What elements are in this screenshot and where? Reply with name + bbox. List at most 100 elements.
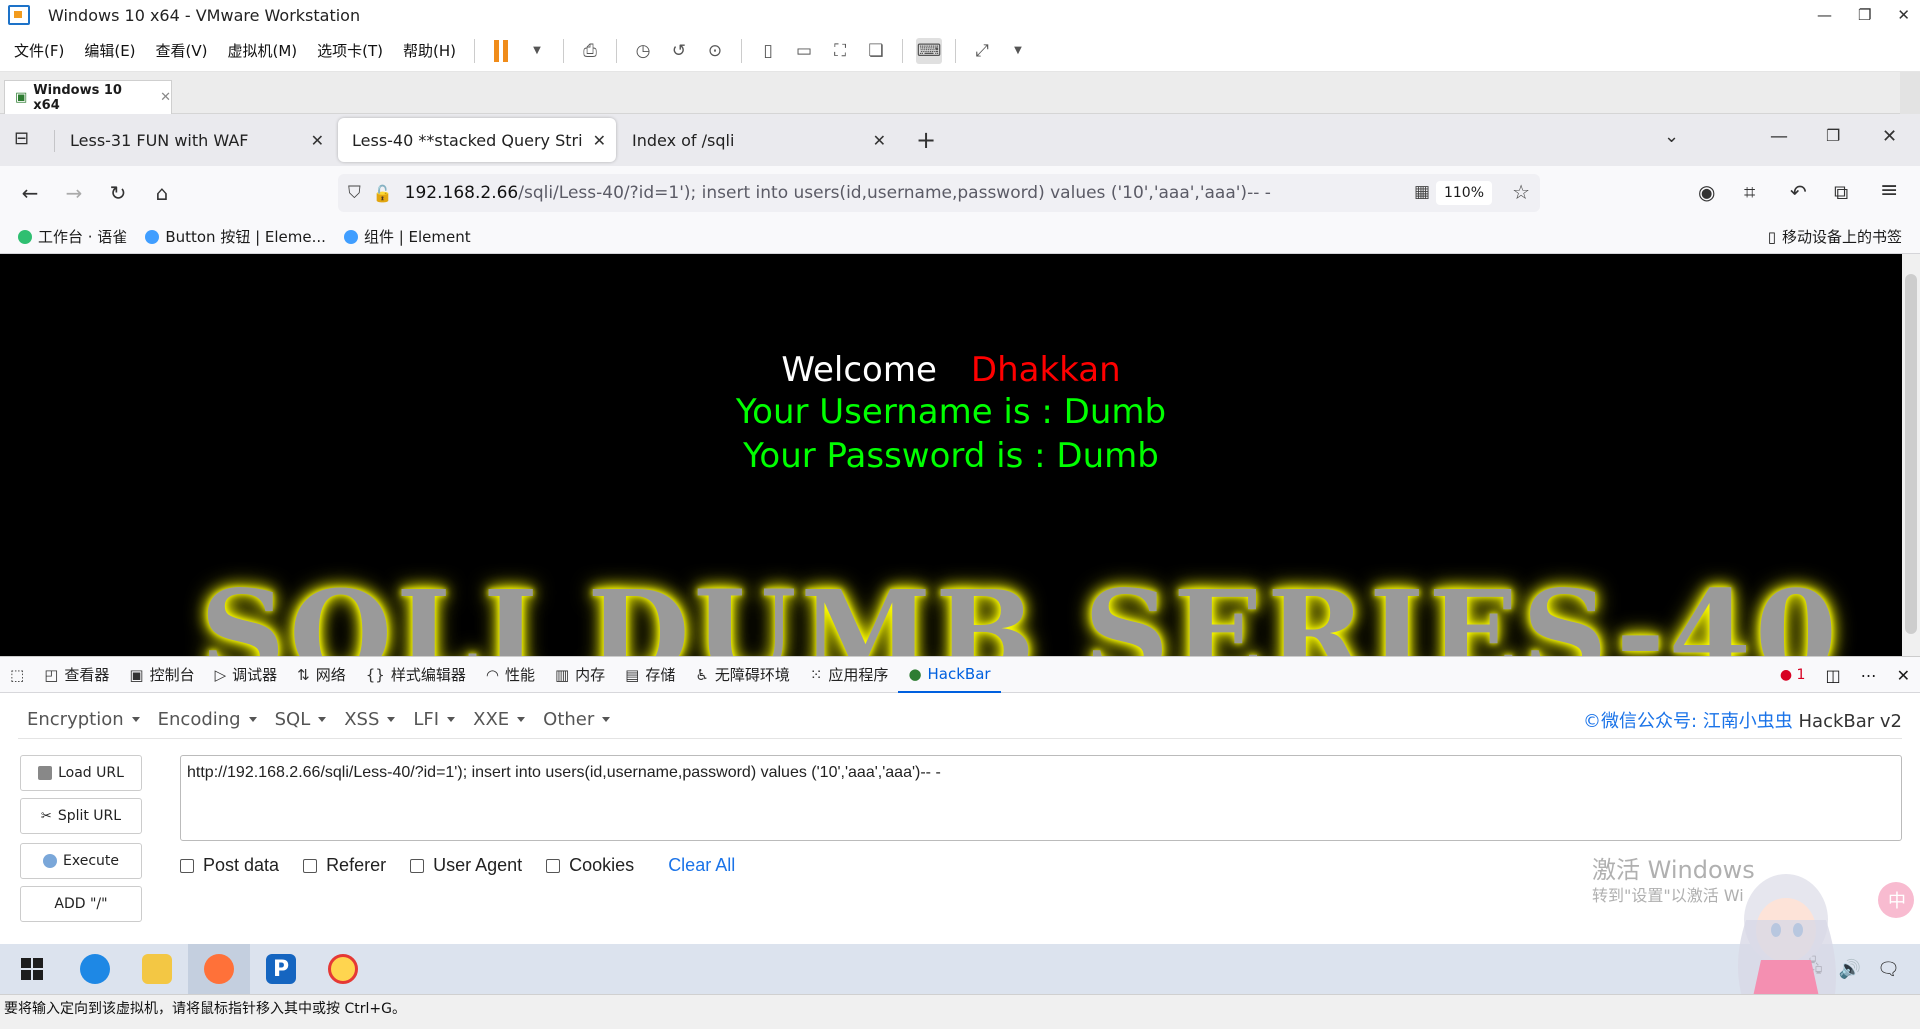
list-all-tabs-icon[interactable]: ⌄ bbox=[1664, 126, 1679, 147]
dropdown-icon[interactable]: ▼ bbox=[524, 38, 550, 64]
close-icon[interactable]: ✕ bbox=[160, 90, 171, 105]
close-icon[interactable]: ✕ bbox=[1882, 126, 1897, 147]
dock-icon[interactable]: ◫ bbox=[1825, 666, 1840, 685]
menu-xxe[interactable]: XXE bbox=[473, 709, 525, 730]
home-icon[interactable]: ⌂ bbox=[140, 181, 184, 205]
more-options-icon[interactable]: ⋯ bbox=[1861, 666, 1877, 685]
tab-less40[interactable]: Less-40 **stacked Query String t ✕ bbox=[338, 118, 616, 162]
vm-tab-scroll[interactable] bbox=[1900, 72, 1920, 114]
close-icon[interactable]: ✕ bbox=[593, 131, 606, 150]
shield-icon[interactable]: ⛉ bbox=[348, 183, 361, 203]
tab-application[interactable]: ⁙ 应用程序 bbox=[800, 657, 899, 693]
checkbox-box[interactable] bbox=[303, 858, 318, 873]
dropdown-icon[interactable]: ▼ bbox=[1005, 38, 1031, 64]
menu-other[interactable]: Other bbox=[543, 709, 610, 730]
post-data-checkbox[interactable]: Post data bbox=[180, 855, 279, 876]
menu-icon[interactable]: ≡ bbox=[1880, 178, 1898, 203]
thumbnail-bar-icon[interactable]: ▭ bbox=[791, 38, 817, 64]
tab-debugger[interactable]: ▷ 调试器 bbox=[205, 657, 288, 693]
tab-hackbar[interactable]: ● HackBar bbox=[898, 657, 1001, 693]
menu-file[interactable]: 文件(F) bbox=[4, 40, 74, 61]
start-button[interactable] bbox=[0, 944, 64, 994]
user-agent-checkbox[interactable]: User Agent bbox=[410, 855, 522, 876]
taskbar-edge[interactable] bbox=[64, 944, 126, 994]
tab-memory[interactable]: ▥ 内存 bbox=[545, 657, 615, 693]
taskbar-firefox[interactable] bbox=[188, 944, 250, 994]
account-icon[interactable]: ◉ bbox=[1698, 180, 1715, 204]
menu-edit[interactable]: 编辑(E) bbox=[74, 40, 145, 61]
bookmark-element-components[interactable]: 组件 | Element bbox=[343, 226, 471, 247]
clear-all-link[interactable]: Clear All bbox=[668, 855, 735, 876]
console-icon[interactable]: ⌨ bbox=[916, 37, 943, 64]
undo-icon[interactable]: ↶ bbox=[1790, 180, 1807, 204]
tab-less31[interactable]: Less-31 FUN with WAF ✕ bbox=[56, 118, 334, 162]
taskbar-pycharm[interactable]: P bbox=[250, 944, 312, 994]
tab-inspector[interactable]: ◰ 查看器 bbox=[34, 657, 119, 693]
taskbar-explorer[interactable] bbox=[126, 944, 188, 994]
cookies-checkbox[interactable]: Cookies bbox=[546, 855, 634, 876]
back-icon[interactable]: ← bbox=[8, 181, 52, 205]
taskbar-app[interactable] bbox=[312, 944, 374, 994]
vm-tab-windows10[interactable]: ▣ Windows 10 x64 ✕ bbox=[4, 80, 172, 114]
tab-accessibility[interactable]: ♿ 无障碍环境 bbox=[685, 657, 799, 693]
new-tab-icon[interactable]: + bbox=[916, 126, 936, 154]
mobile-bookmarks[interactable]: ▯ 移动设备上的书签 bbox=[1768, 226, 1902, 247]
url-text[interactable]: 192.168.2.66 /sqli/Less-40/?id=1'); inse… bbox=[405, 183, 1271, 203]
checkbox-box[interactable] bbox=[180, 858, 194, 873]
add-slash-button[interactable]: ADD "/" bbox=[20, 886, 142, 922]
tab-console[interactable]: ▣ 控制台 bbox=[119, 657, 204, 693]
send-ctrl-alt-del-icon[interactable]: ⎙ bbox=[577, 38, 603, 64]
menu-xss[interactable]: XSS bbox=[344, 709, 395, 730]
bookmark-element-button[interactable]: Button 按钮 | Eleme... bbox=[145, 226, 326, 247]
checkbox-box[interactable] bbox=[546, 858, 561, 873]
snapshot-manager-icon[interactable]: ⊙ bbox=[702, 38, 728, 64]
close-icon[interactable]: ✕ bbox=[1897, 6, 1910, 24]
menu-encryption[interactable]: Encryption bbox=[27, 709, 140, 730]
bookmark-star-icon[interactable]: ☆ bbox=[1512, 180, 1530, 204]
tab-performance[interactable]: ◠ 性能 bbox=[476, 657, 545, 693]
extensions-icon[interactable]: ⧉ bbox=[1834, 180, 1848, 204]
split-url-button[interactable]: ✂ Split URL bbox=[20, 798, 142, 834]
close-icon[interactable]: ✕ bbox=[873, 131, 886, 150]
stretch-icon[interactable]: ⤢ bbox=[969, 38, 995, 64]
execute-button[interactable]: Execute bbox=[20, 843, 142, 879]
insecure-lock-icon[interactable]: 🔓 bbox=[373, 184, 393, 203]
brand-link[interactable]: ©微信公众号: 江南小虫虫 bbox=[1583, 711, 1793, 732]
tab-style-editor[interactable]: {} 样式编辑器 bbox=[356, 657, 476, 693]
page-scrollbar[interactable] bbox=[1902, 254, 1920, 656]
restore-icon[interactable]: ❐ bbox=[1826, 126, 1840, 145]
checkbox-box[interactable] bbox=[410, 858, 425, 873]
hackbar-url-input[interactable]: http://192.168.2.66/sqli/Less-40/?id=1')… bbox=[180, 755, 1902, 841]
fullscreen-icon[interactable]: ⛶ bbox=[827, 38, 853, 64]
unity-icon[interactable]: ❏ bbox=[863, 38, 889, 64]
pause-icon[interactable] bbox=[488, 38, 514, 64]
referer-checkbox[interactable]: Referer bbox=[303, 855, 386, 876]
restore-icon[interactable]: ❐ bbox=[1858, 6, 1871, 24]
load-url-button[interactable]: Load URL bbox=[20, 755, 142, 791]
crop-icon[interactable]: ⌗ bbox=[1744, 180, 1755, 204]
tab-network[interactable]: ⇅ 网络 bbox=[287, 657, 356, 693]
menu-tabs[interactable]: 选项卡(T) bbox=[307, 40, 393, 61]
menu-vm[interactable]: 虚拟机(M) bbox=[218, 40, 308, 61]
menu-lfi[interactable]: LFI bbox=[413, 709, 455, 730]
reload-icon[interactable]: ↻ bbox=[96, 181, 140, 205]
qr-code-icon[interactable]: ▦ bbox=[1414, 182, 1430, 202]
snapshot-icon[interactable]: ◷ bbox=[630, 38, 656, 64]
close-icon[interactable]: ✕ bbox=[311, 131, 324, 150]
minimize-icon[interactable]: — bbox=[1817, 6, 1832, 24]
close-icon[interactable]: ✕ bbox=[1897, 666, 1910, 685]
url-bar[interactable]: ⛉ 🔓 192.168.2.66 /sqli/Less-40/?id=1'); … bbox=[338, 174, 1540, 212]
minimize-icon[interactable]: — bbox=[1770, 126, 1788, 147]
tab-storage[interactable]: ▤ 存储 bbox=[615, 657, 685, 693]
error-count[interactable]: ● 1 bbox=[1780, 667, 1806, 683]
element-picker-icon[interactable]: ⬚ bbox=[0, 657, 34, 693]
tab-index-sqli[interactable]: Index of /sqli ✕ bbox=[618, 118, 896, 162]
zoom-level[interactable]: 110% bbox=[1435, 181, 1492, 205]
scrollbar-thumb[interactable] bbox=[1905, 274, 1917, 634]
forward-icon[interactable]: → bbox=[52, 181, 96, 205]
menu-view[interactable]: 查看(V) bbox=[146, 40, 218, 61]
bookmark-yuque[interactable]: 工作台 · 语雀 bbox=[18, 226, 127, 247]
menu-encoding[interactable]: Encoding bbox=[158, 709, 257, 730]
sidebar-toggle-icon[interactable]: ▯ bbox=[755, 38, 781, 64]
menu-help[interactable]: 帮助(H) bbox=[393, 40, 466, 61]
